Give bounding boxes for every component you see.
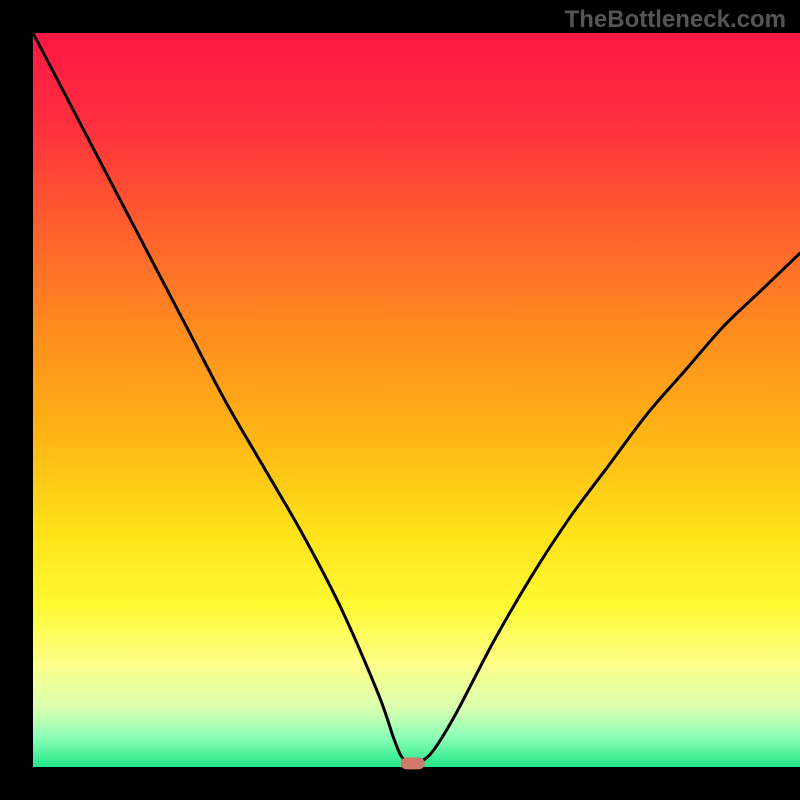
watermark-text: TheBottleneck.com <box>565 6 786 34</box>
optimal-marker <box>401 757 425 769</box>
bottleneck-chart <box>0 0 800 800</box>
chart-svg <box>0 0 800 800</box>
plot-background <box>33 33 800 767</box>
